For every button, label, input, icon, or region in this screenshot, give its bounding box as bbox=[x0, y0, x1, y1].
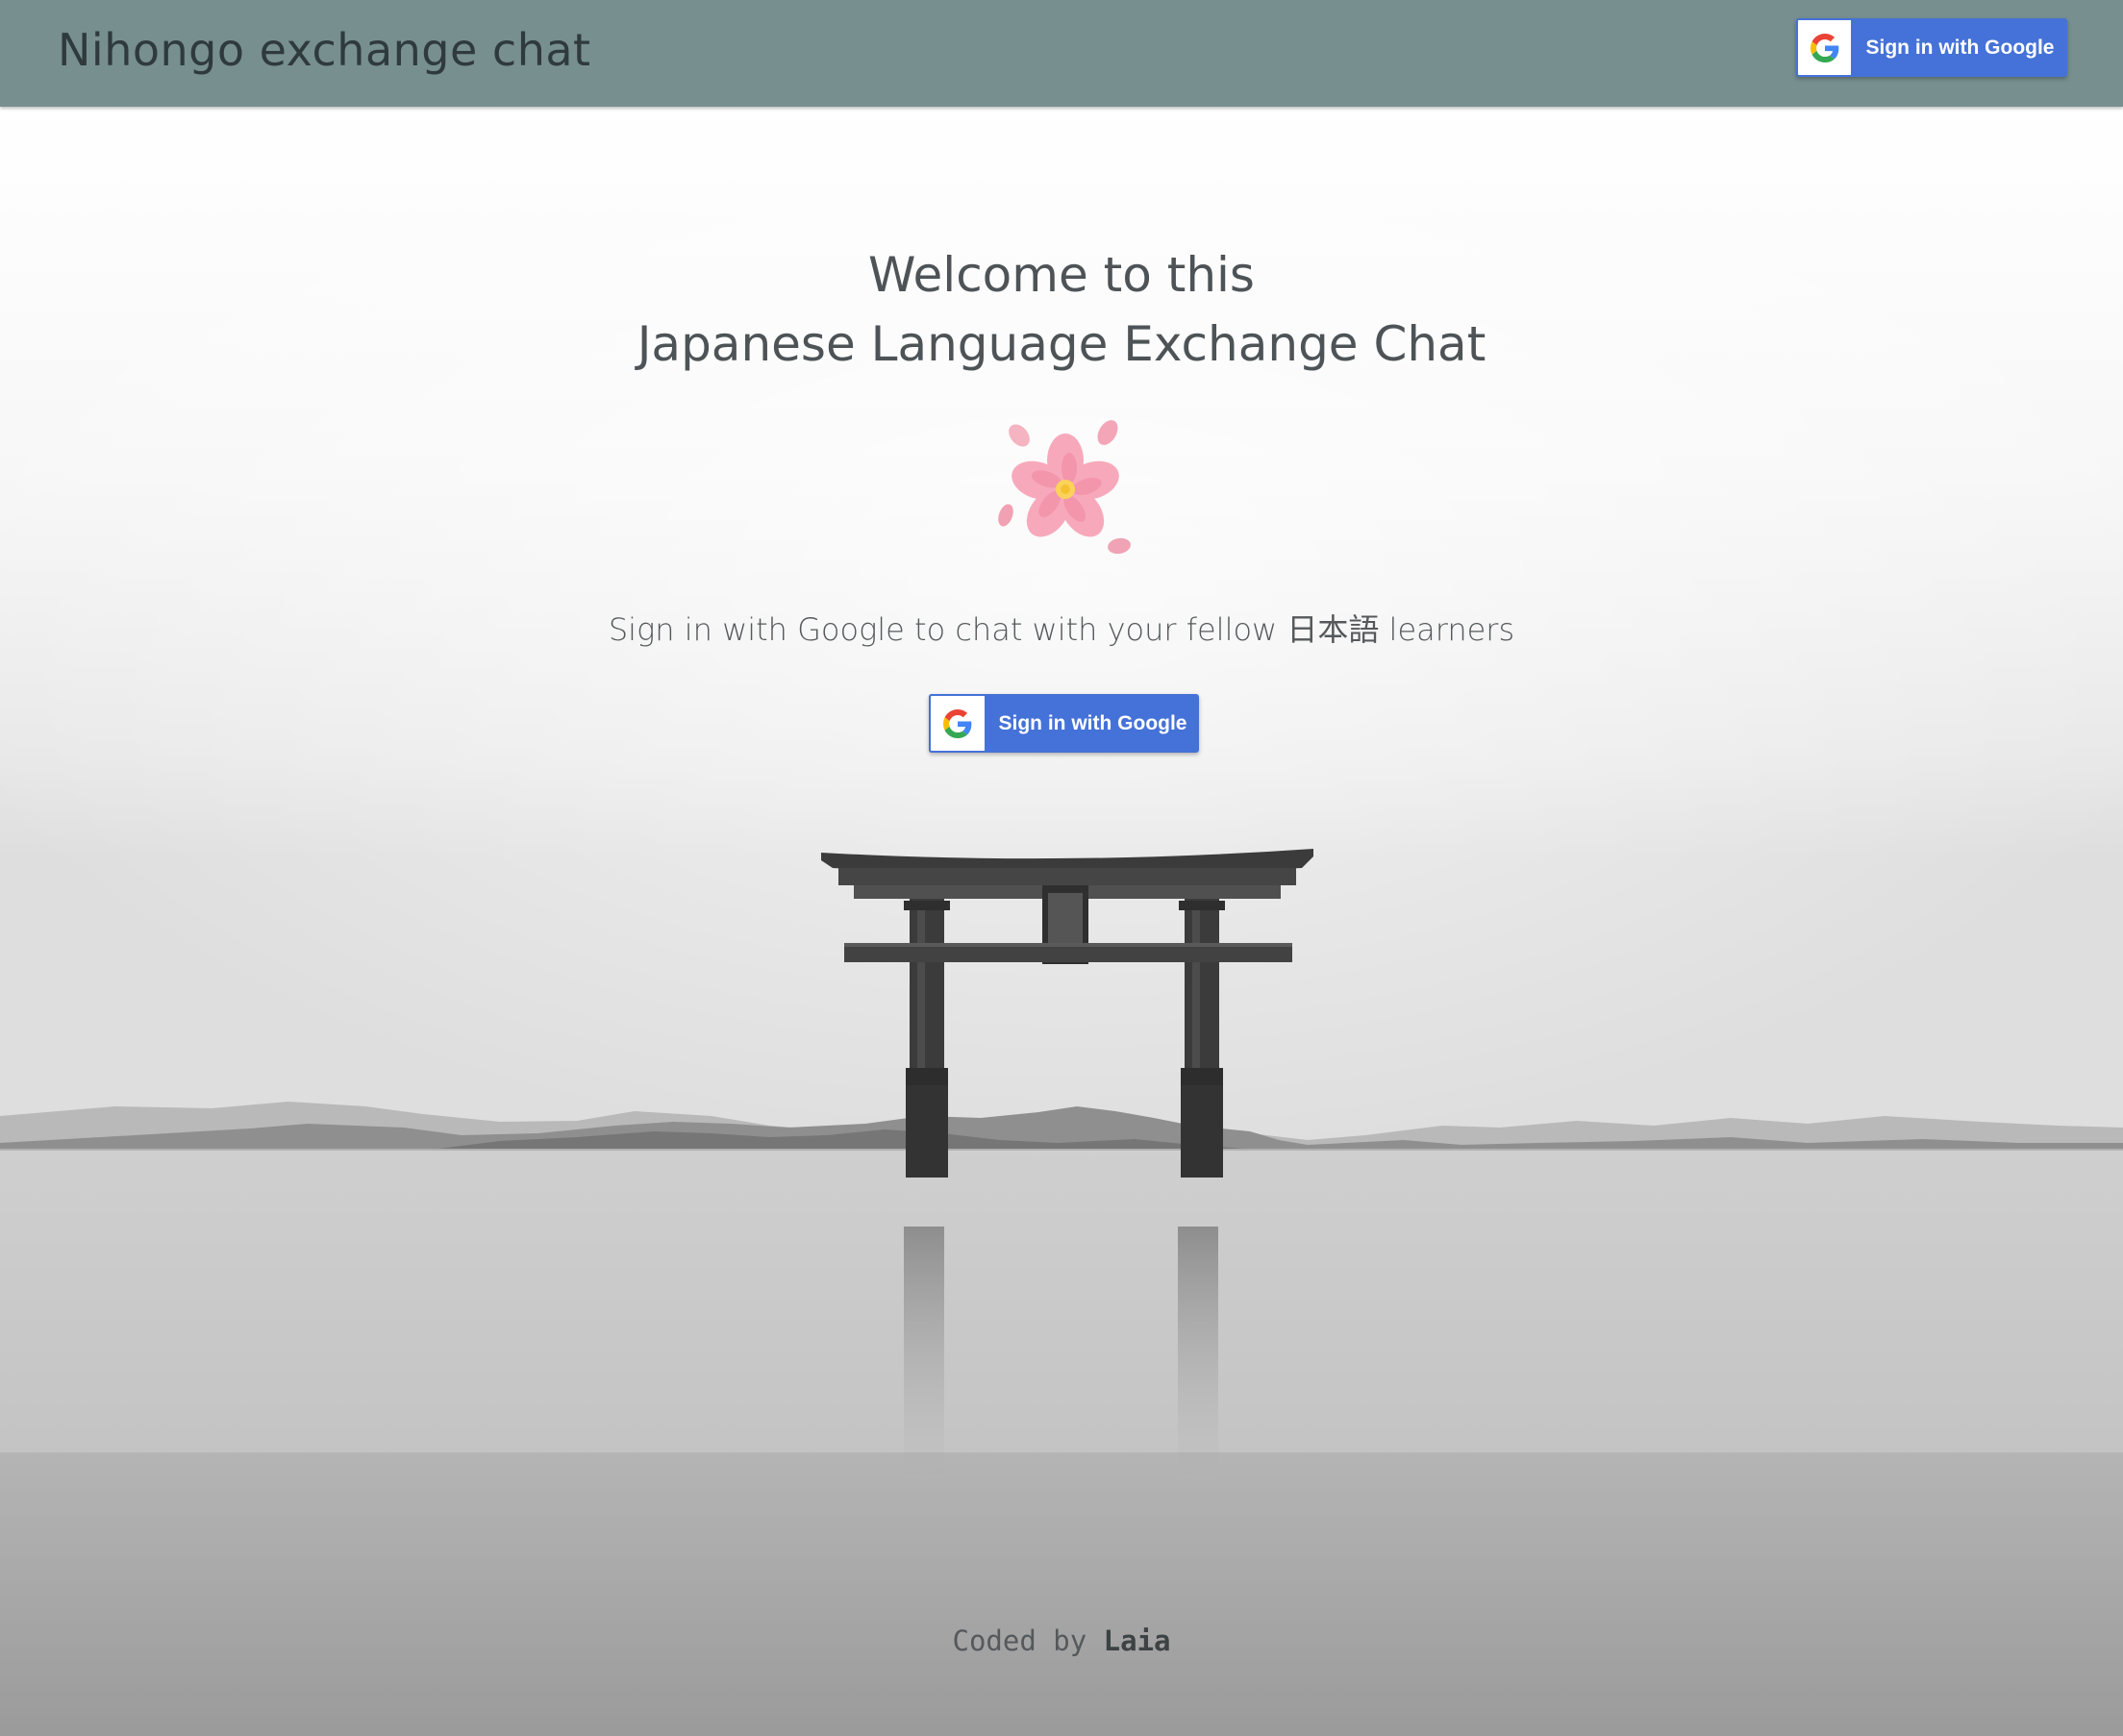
welcome-heading: Welcome to this Japanese Language Exchan… bbox=[0, 240, 2123, 379]
header-google-signin-button[interactable]: Sign in with Google bbox=[1796, 18, 2067, 77]
footer-credit: Coded by Laia bbox=[0, 1624, 2123, 1657]
main-google-signin-button[interactable]: Sign in with Google bbox=[929, 694, 1199, 753]
cherry-blossom-icon bbox=[988, 415, 1142, 559]
welcome-line-1: Welcome to this bbox=[868, 247, 1255, 303]
footer-prefix: Coded by bbox=[952, 1624, 1087, 1657]
signin-prompt-text: Sign in with Google to chat with your fe… bbox=[608, 611, 1515, 648]
app-brand-title[interactable]: Nihongo exchange chat bbox=[58, 21, 591, 79]
main-signin-label: Sign in with Google bbox=[998, 711, 1187, 734]
google-logo-icon bbox=[929, 694, 987, 753]
header-signin-label: Sign in with Google bbox=[1865, 36, 2055, 59]
top-navbar: Nihongo exchange chat Sign in with Googl… bbox=[0, 0, 2123, 107]
footer-author: Laia bbox=[1103, 1624, 1171, 1657]
google-logo-icon bbox=[1796, 18, 1853, 77]
welcome-line-2: Japanese Language Exchange Chat bbox=[637, 316, 1486, 372]
